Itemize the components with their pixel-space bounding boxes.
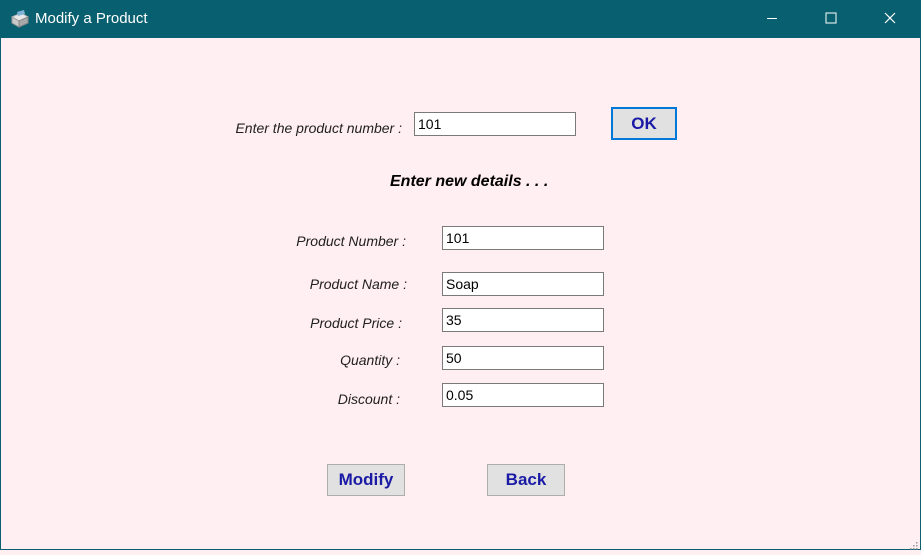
product-number-label: Product Number : (296, 233, 406, 249)
discount-input[interactable] (442, 383, 604, 407)
minimize-button[interactable] (742, 0, 802, 38)
minimize-icon (767, 18, 777, 19)
new-details-heading: Enter new details . . . (390, 173, 549, 190)
maximize-icon (825, 12, 837, 24)
quantity-label: Quantity : (340, 352, 400, 368)
discount-label: Discount : (337, 391, 400, 407)
product-name-input[interactable] (442, 272, 604, 296)
modify-button[interactable]: Modify (327, 464, 405, 496)
close-icon (884, 12, 896, 24)
product-number-input[interactable] (442, 226, 604, 250)
back-button[interactable]: Back (487, 464, 565, 496)
product-number-lookup-input[interactable] (414, 112, 576, 136)
window-title: Modify a Product (35, 10, 148, 27)
close-button[interactable] (860, 0, 920, 38)
product-name-label: Product Name : (309, 276, 407, 292)
product-box-icon (9, 9, 31, 29)
product-number-lookup-label: Enter the product number : (235, 120, 402, 136)
title-bar[interactable]: Modify a Product (0, 0, 921, 38)
ok-button[interactable]: OK (611, 107, 677, 140)
quantity-input[interactable] (442, 346, 604, 370)
window-border-left (0, 38, 1, 550)
product-price-label: Product Price : (310, 315, 402, 331)
product-price-input[interactable] (442, 308, 604, 332)
maximize-button[interactable] (801, 0, 861, 38)
resize-grip-icon[interactable] (908, 537, 918, 550)
